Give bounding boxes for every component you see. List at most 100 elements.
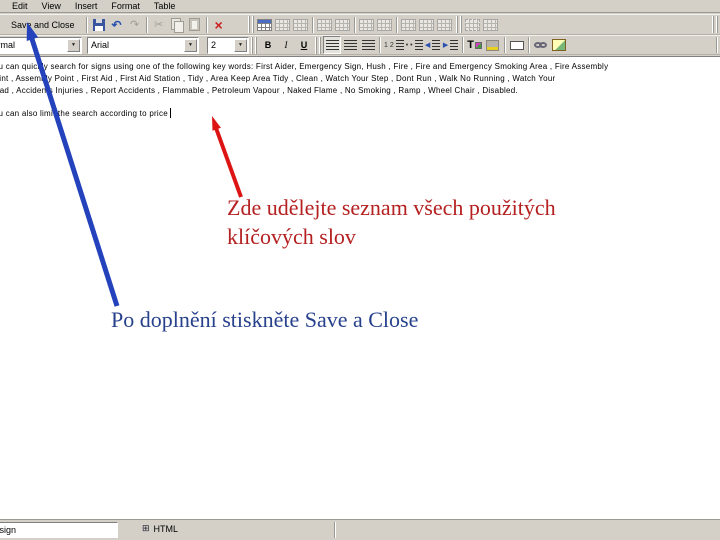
align-bottom-button[interactable] [400, 16, 418, 34]
distribute-columns-button[interactable] [436, 16, 454, 34]
font-color-icon: T [467, 39, 482, 51]
status-bar: Design ⊞ HTML [0, 519, 720, 540]
font-combo[interactable]: Arial ▼ [87, 36, 199, 54]
text-cursor [169, 108, 171, 118]
menu-insert[interactable]: Insert [68, 0, 105, 12]
html-view-tab[interactable]: ⊞ HTML [142, 523, 178, 534]
separator [716, 37, 718, 53]
italic-button[interactable]: I [277, 36, 295, 54]
horizontal-line-icon [509, 40, 524, 50]
increase-indent-icon: ▶ [443, 40, 459, 50]
menu-view[interactable]: View [35, 0, 68, 12]
separator [353, 16, 356, 33]
merge-cells-button[interactable] [316, 16, 334, 34]
menu-edit[interactable]: Edit [5, 0, 35, 12]
hyperlink-icon [534, 42, 548, 48]
style-combo[interactable]: Normal ▼ [0, 36, 82, 54]
insert-rows-icon [275, 18, 291, 31]
select-table-button[interactable] [464, 16, 482, 34]
toolbar-grip[interactable] [247, 16, 254, 33]
align-center-icon [343, 39, 357, 51]
align-right-button[interactable] [359, 36, 377, 54]
horizontal-line-button[interactable] [508, 36, 526, 54]
select-table-icon [465, 18, 481, 31]
main-toolbar: Save and Close ↶ ↷ ✂ × [0, 14, 720, 35]
font-size-combo[interactable]: 2 ▼ [207, 36, 249, 54]
separator [145, 16, 148, 33]
center-vertically-icon [377, 18, 393, 31]
toolbar-grip[interactable] [455, 16, 462, 33]
chevron-down-icon[interactable]: ▼ [67, 38, 80, 52]
copy-icon [170, 18, 184, 33]
separator [85, 16, 88, 33]
redo-button[interactable]: ↷ [126, 16, 144, 34]
cut-button[interactable]: ✂ [150, 16, 168, 34]
font-combo-value: Arial [91, 40, 110, 50]
hyperlink-button[interactable] [532, 36, 550, 54]
cut-icon: ✂ [153, 19, 164, 31]
highlight-color-icon [486, 39, 500, 51]
bold-button[interactable]: B [259, 36, 277, 54]
bulleted-list-button[interactable]: • • [405, 36, 424, 54]
align-center-button[interactable] [341, 36, 359, 54]
document-editing-area[interactable]: You can quickly search for signs using o… [0, 56, 720, 519]
insert-picture-button[interactable] [550, 36, 568, 54]
formatting-toolbar: Normal ▼ Arial ▼ 2 ▼ B I U 1 2 • • ◀ ▶ [0, 35, 720, 55]
menu-table[interactable]: Table [147, 0, 183, 12]
red-annotation-line2: klíčových slov [227, 224, 356, 249]
save-button[interactable] [90, 16, 108, 34]
align-left-button[interactable] [323, 36, 341, 54]
delete-button[interactable]: × [210, 16, 228, 34]
toolbar-grip[interactable] [315, 36, 321, 54]
align-top-icon [359, 18, 375, 31]
insert-picture-icon [551, 39, 566, 51]
paste-button[interactable] [186, 16, 204, 34]
align-bottom-icon [401, 18, 417, 31]
separator [461, 37, 464, 53]
separator [205, 16, 208, 33]
numbered-list-button[interactable]: 1 2 [383, 36, 405, 54]
font-color-button[interactable]: T [466, 36, 484, 54]
underline-button[interactable]: U [295, 36, 313, 54]
document-text-line: You can also limit the search according … [0, 108, 720, 120]
highlight-color-button[interactable] [484, 36, 502, 54]
paste-icon [189, 18, 201, 31]
menu-format[interactable]: Format [104, 0, 147, 12]
distribute-columns-icon [437, 18, 453, 31]
design-view-label: Design [0, 525, 17, 535]
increase-indent-button[interactable]: ▶ [442, 36, 460, 54]
numbered-list-icon: 1 2 [384, 40, 404, 50]
design-view-tab[interactable]: Design [0, 522, 118, 538]
undo-button[interactable]: ↶ [108, 16, 126, 34]
document-text-line: You can quickly search for signs using o… [0, 62, 609, 71]
separator [395, 16, 398, 33]
table-autoformat-icon [483, 18, 499, 31]
merge-cells-icon [317, 18, 333, 31]
insert-rows-button[interactable] [274, 16, 292, 34]
menu-bar: Edit View Insert Format Table [0, 0, 720, 13]
toolbar-grip[interactable] [251, 36, 257, 54]
decrease-indent-button[interactable]: ◀ [424, 36, 442, 54]
html-view-label: HTML [153, 523, 179, 534]
align-top-button[interactable] [358, 16, 376, 34]
align-left-icon [325, 39, 339, 51]
delete-icon: × [214, 16, 223, 33]
bulleted-list-icon: • • [406, 40, 423, 50]
blue-annotation-note: Po doplnění stiskněte Save a Close [111, 307, 419, 332]
table-autoformat-button[interactable] [482, 16, 500, 34]
editor-window: Edit View Insert Format Table Save and C… [0, 0, 720, 540]
copy-button[interactable] [168, 16, 186, 34]
red-annotation-note: Zde udělejte seznam všech použitých klíč… [227, 193, 556, 251]
insert-table-button[interactable] [256, 16, 274, 34]
insert-columns-button[interactable] [292, 16, 310, 34]
chevron-down-icon[interactable]: ▼ [184, 38, 197, 52]
save-and-close-button[interactable]: Save and Close [2, 16, 84, 34]
font-size-combo-value: 2 [211, 40, 217, 50]
split-cells-button[interactable] [334, 16, 352, 34]
distribute-rows-button[interactable] [418, 16, 436, 34]
insert-table-icon [257, 18, 273, 31]
center-vertically-button[interactable] [376, 16, 394, 34]
toolbar-grip[interactable] [712, 16, 718, 33]
html-view-icon: ⊞ [142, 523, 150, 533]
chevron-down-icon[interactable]: ▼ [234, 38, 247, 52]
